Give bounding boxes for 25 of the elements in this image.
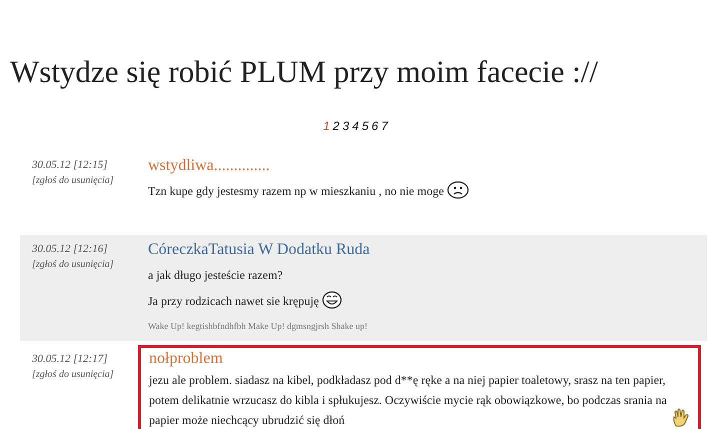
page-link[interactable]: 7 [381,119,388,133]
sad-face-icon [446,181,469,199]
page-link[interactable]: 1 [323,119,330,133]
signature: Wake Up! kegtishbfndhfbh Make Up! dgmsngjrsh Shake up! [148,321,368,331]
post-text: jezu ale problem. siadasz na kibel, podkładasz pod d**ę ręke a na niej papier toaletowy, srasz na ten papier, potem delikatnie wrzucasz do kibla i spłukujesz. Oczywiście mycie rąk obowiązkowe, bo podczas srania na papier może niechcący ubrudzić się dłoń [149,372,668,429]
author-name: nołproblem [149,350,223,368]
waving-hand-icon [672,408,690,428]
post-date: 30.05.12 [12:15] [32,159,108,171]
page-link[interactable]: 5 [362,119,369,133]
page-link[interactable]: 3 [342,119,350,133]
report-link[interactable]: [zgłoś do usunięcia] [32,369,114,380]
grinning-face-icon [322,291,342,309]
page-link[interactable]: 2 [332,119,340,133]
report-link[interactable]: [zgłoś do usunięcia] [32,175,114,186]
author-name: CóreczkaTatusia W Dodatku Ruda [148,241,370,259]
page-title: Wstydze się robić PLUM przy moim facecie :// [9,53,598,91]
author-name: wstydliwa.............. [148,157,270,175]
post-date: 30.05.12 [12:16] [32,243,108,255]
post-text: Tzn kupe gdy jestesmy razem np w mieszkaniu , no nie moge [148,183,444,200]
page-link[interactable]: 6 [372,119,378,133]
post-text: a jak długo jesteście razem? [148,267,283,284]
page-link[interactable]: 4 [352,119,359,133]
post-text: Ja przy rodzicach nawet sie krępuję [148,293,319,310]
post-date: 30.05.12 [12:17] [32,353,108,365]
report-link[interactable]: [zgłoś do usunięcia] [32,259,114,270]
